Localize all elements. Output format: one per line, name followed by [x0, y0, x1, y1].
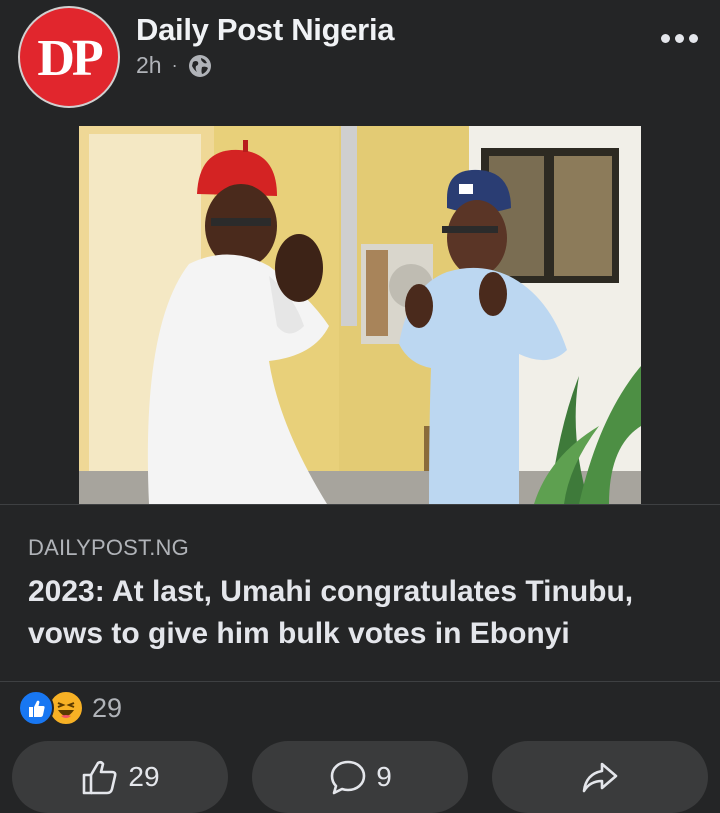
avatar-logo-text: DP [37, 29, 103, 87]
more-dot-icon [675, 34, 684, 43]
share-button[interactable] [492, 741, 708, 813]
link-preview[interactable]: DAILYPOST.NG 2023: At last, Umahi congra… [0, 504, 720, 682]
comment-count: 9 [376, 761, 392, 792]
globe-icon [188, 54, 211, 77]
post-time[interactable]: 2h [136, 52, 162, 79]
post-meta: 2h · [136, 52, 212, 79]
like-button[interactable]: 29 [12, 741, 228, 813]
reaction-count: 29 [92, 692, 123, 723]
photo-illustration [79, 126, 641, 504]
reaction-summary[interactable]: 29 [18, 688, 122, 728]
like-count: 29 [128, 761, 160, 792]
comment-icon [330, 760, 366, 795]
share-icon [582, 762, 618, 793]
page-avatar[interactable]: DP [18, 6, 120, 108]
link-domain: DAILYPOST.NG [28, 535, 189, 560]
more-dot-icon [689, 34, 698, 43]
more-options-button[interactable] [661, 34, 698, 43]
like-icon [18, 690, 54, 726]
more-dot-icon [661, 34, 670, 43]
post-media [0, 120, 720, 504]
page-name[interactable]: Daily Post Nigeria [136, 12, 395, 48]
action-bar: 29 9 [12, 741, 712, 813]
link-headline: 2023: At last, Umahi congratulates Tinub… [28, 575, 634, 650]
comment-button[interactable]: 9 [252, 741, 468, 813]
post-header: DP Daily Post Nigeria 2h · [0, 0, 720, 120]
post-photo[interactable] [79, 126, 641, 504]
meta-separator: · [171, 55, 178, 75]
thumbs-up-icon [83, 760, 117, 795]
